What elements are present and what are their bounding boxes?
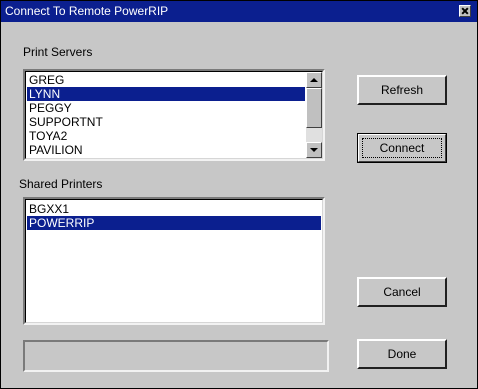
list-item-powerrip[interactable]: POWERRIP — [27, 216, 321, 230]
print-servers-list[interactable]: GREG LYNN PEGGY SUPPORTNT TOYA2 PAVILION — [23, 69, 325, 161]
connect-button[interactable]: Connect — [357, 133, 447, 163]
print-servers-label: Print Servers — [23, 45, 93, 59]
done-button[interactable]: Done — [357, 339, 447, 369]
shared-printers-list[interactable]: BGXX1 POWERRIP — [23, 197, 325, 325]
dialog-window: Connect To Remote PowerRIP Print Servers… — [0, 0, 478, 389]
list-item-supportnt[interactable]: SUPPORTNT — [27, 115, 305, 129]
status-field — [23, 340, 329, 372]
list-item-lynn[interactable]: LYNN — [27, 87, 305, 101]
title-bar[interactable]: Connect To Remote PowerRIP — [1, 1, 477, 22]
print-servers-scrollbar[interactable] — [306, 72, 322, 158]
scroll-thumb[interactable] — [306, 88, 322, 128]
refresh-button[interactable]: Refresh — [357, 75, 447, 105]
list-item-pavilion[interactable]: PAVILION — [27, 143, 305, 157]
focus-rectangle — [362, 138, 442, 158]
list-item-greg[interactable]: GREG — [27, 73, 305, 87]
list-item-toya2[interactable]: TOYA2 — [27, 129, 305, 143]
shared-printers-label: Shared Printers — [19, 177, 103, 191]
window-title: Connect To Remote PowerRIP — [5, 4, 169, 18]
close-icon[interactable] — [459, 5, 471, 17]
list-item-bgxx1[interactable]: BGXX1 — [27, 202, 321, 216]
arrow-down-icon — [310, 148, 318, 152]
cancel-button[interactable]: Cancel — [357, 277, 447, 307]
scroll-up-button[interactable] — [306, 72, 322, 88]
arrow-up-icon — [310, 78, 318, 82]
list-item-peggy[interactable]: PEGGY — [27, 101, 305, 115]
scroll-down-button[interactable] — [306, 142, 322, 158]
